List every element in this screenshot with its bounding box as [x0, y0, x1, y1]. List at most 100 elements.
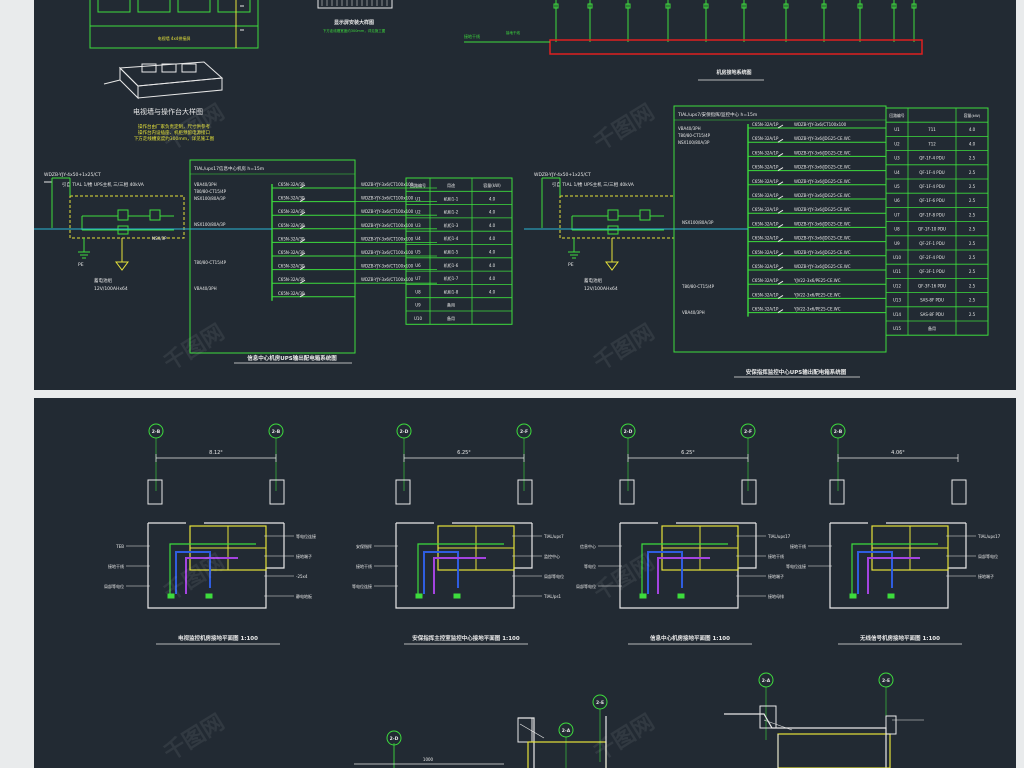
table-cell-kw: 2.5 — [969, 156, 976, 161]
breaker-label: C65N-32A/3P — [278, 209, 305, 214]
distribution-box-title: TIAL/ups7/安保指挥/监控中心 h=15m — [677, 111, 757, 118]
plan-label: 监控中心 — [544, 553, 560, 559]
table-cell-no: U2 — [415, 210, 421, 215]
meter-label: T80/80-CT15/4P — [681, 284, 715, 289]
table-cell-use: QF-1F-4 PDU — [919, 156, 944, 161]
axis-label: 2-D — [400, 429, 409, 435]
dimension-label: 8.12° — [209, 450, 223, 456]
table-cell-kw: 4.0 — [489, 250, 496, 255]
battery-note: 蓄电池组 — [94, 277, 112, 284]
ground-trunk-purple — [867, 557, 920, 594]
plan-label: TEB — [115, 544, 124, 549]
breaker-label: C65N-32A/1P — [752, 193, 779, 198]
axis-label: 2-B — [834, 429, 843, 435]
cable-label: WDZB-YJY-3x6/JDG25-CE.WC — [794, 264, 851, 269]
rectifier-icon — [607, 209, 619, 221]
plan-label: 接地干线 — [356, 563, 372, 569]
breaker-label: C65N-32A/1P — [752, 250, 779, 255]
table-cell-no: U5 — [894, 184, 900, 189]
table-cell-kw: 4.0 — [489, 223, 496, 228]
equipment-rack — [777, 733, 891, 768]
column — [829, 479, 845, 505]
plan-label: 局部等电位 — [978, 553, 998, 559]
cable-label: WDZB-YJY-3x6/JDG25-CE.WC — [794, 250, 851, 255]
plan-label: 接地干线 — [108, 563, 124, 569]
table-cell-use: 机柜1-4 — [444, 235, 459, 241]
table-cell-no: U7 — [415, 276, 421, 281]
ground-terminal — [415, 593, 423, 599]
table-cell-no: U4 — [415, 236, 421, 241]
plan-label: 等电位 — [584, 563, 596, 569]
column — [951, 479, 967, 505]
table-cell-no: U10 — [414, 316, 422, 321]
bottom-drawing-canvas: 2-B 2-B8.12°等电位连接TEB接地端子接地干线-25x4局部等电位静电地… — [104, 423, 1001, 768]
table-cell-use: QF-1F-8 PDU — [919, 212, 944, 217]
battery-icon — [605, 261, 619, 271]
table-cell-kw: 2.5 — [969, 227, 976, 232]
ground-terminal — [639, 593, 647, 599]
meter-label: T80/80-CT15/4P — [193, 260, 227, 265]
tv-wall-caption: 显示屏安装大样图 — [334, 19, 374, 26]
table-header-no: 回路编号 — [889, 113, 904, 118]
breaker-label: C65N-32A/3P — [278, 236, 305, 241]
table-cell-use: 机柜1-3 — [444, 222, 459, 228]
top-drawing-sheet: 电视墙 4x4拼接屏 电视墙与操作台大样图 操作台由厂家负责定制，尺寸供参考 操作台内… — [34, 0, 1016, 390]
plan-label: TIAL/ups17 — [767, 534, 791, 539]
plan-label: 等电位连接 — [352, 583, 372, 589]
column — [741, 479, 757, 505]
cable-label: WDZB-YJY-3x6/CT100x100 — [794, 122, 847, 127]
circuit-table — [405, 177, 513, 325]
leader — [103, 79, 121, 85]
axis-label: 2-D — [390, 736, 399, 742]
main-breaker-label: NSX100/80A/3P — [194, 222, 226, 227]
grounding-label: 接地干线 — [506, 30, 520, 35]
ground-terminal — [887, 593, 895, 599]
table-cell-use: 711 — [928, 127, 936, 132]
tv-wall-note: 电视墙 4x4拼接屏 — [158, 35, 191, 41]
axis-label: 2-E — [596, 700, 604, 706]
breaker-label: C65N-32A/3P — [278, 291, 305, 296]
ups-label: 引自 TIAL 1/楼 UPS主机 三/三相 40kVA — [552, 181, 635, 188]
ups-label: 引自 TIAL 1/楼 UPS主机 三/三相 40kVA — [62, 181, 145, 188]
breaker-tag: NSX/3P — [152, 236, 167, 241]
plan-label: 等电位连接 — [296, 533, 316, 539]
breaker-label: C65N-32A/1P — [752, 236, 779, 241]
plan-caption: 信息中心机房接地平面图 1:100 — [650, 634, 730, 642]
bottom-drawing-sheet: 2-B 2-B 8.12° 等电位连接 TEB 接地端子 接地干线 -25x4 局部等电位 静电地… — [34, 398, 1016, 768]
ground-terminal — [849, 593, 857, 599]
system-caption-left: 信息中心机房UPS输出配电箱系统图 — [247, 354, 337, 362]
screen-frame — [317, 0, 393, 9]
table-cell-no: U3 — [415, 223, 421, 228]
cabinet-cell — [137, 0, 171, 13]
table-cell-no: U5 — [415, 250, 421, 255]
ground-icon — [568, 251, 580, 259]
breaker-label: C65N-32A/1P — [752, 122, 779, 127]
lower-dimension: 1000 — [423, 757, 434, 762]
plan-label: 接地端子 — [768, 573, 784, 579]
table-cell-use: SAS-8F PDU — [920, 298, 944, 303]
ground-terminal — [453, 593, 461, 599]
battery-icon — [115, 261, 129, 271]
cabinet-cell — [177, 0, 211, 13]
inverter-icon — [639, 209, 651, 221]
breaker-label: C65N-32A/1P — [752, 150, 779, 155]
table-cell-use: QF-3F-1 PDU — [919, 269, 944, 274]
grounding-label: 接地干线 — [464, 33, 480, 39]
table-cell-use: 备用 — [447, 315, 455, 321]
table-cell-no: U6 — [415, 263, 421, 268]
table-cell-no: U6 — [894, 198, 900, 203]
axis-label: 2-F — [744, 429, 752, 435]
table-cell-no: U4 — [894, 170, 900, 175]
plan-label: -25x4 — [296, 574, 308, 579]
cable-label: WDZB-YJY-3x6/JDG25-CE.WC — [794, 165, 851, 170]
spd-label: VBA40/3PH — [194, 286, 217, 291]
box-note: VBA40/3PH — [194, 182, 217, 187]
plan-label: 安保指挥 — [356, 543, 372, 549]
table-cell-kw: 4.0 — [489, 236, 496, 241]
ground-icon — [78, 251, 90, 259]
monitor-icon — [181, 63, 197, 73]
inverter-icon — [149, 209, 161, 221]
table-cell-kw: 4.0 — [489, 289, 496, 294]
cable-label: YJV22-3x6/PE25-CE.WC — [793, 292, 841, 297]
plan-label: 信息中心 — [580, 543, 596, 549]
